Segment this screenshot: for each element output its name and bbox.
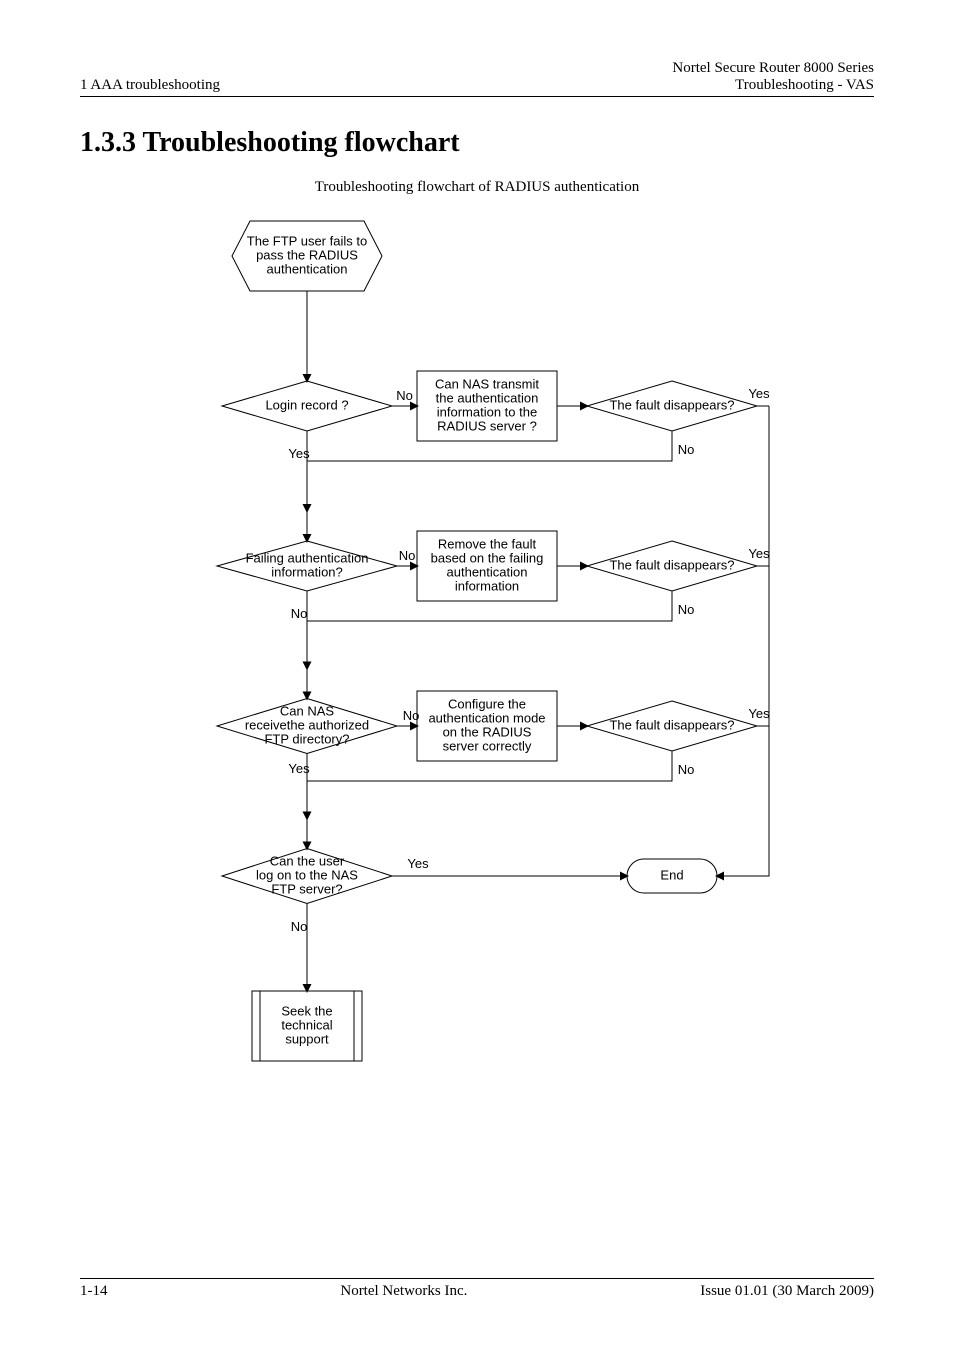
header-right-line2: Troubleshooting - VAS [672, 77, 874, 94]
footer-center: Nortel Networks Inc. [340, 1283, 467, 1300]
flowchart-figure: The FTP user fails topass the RADIUSauth… [177, 206, 777, 1086]
svg-text:technical: technical [281, 1017, 332, 1032]
section-heading: 1.3.3 Troubleshooting flowchart [80, 127, 874, 159]
svg-text:The fault disappears?: The fault disappears? [609, 557, 734, 572]
svg-text:Configure the: Configure the [448, 696, 526, 711]
svg-text:based on the failing: based on the failing [431, 550, 544, 565]
svg-text:FTP server?: FTP server? [271, 881, 342, 896]
page-footer: 1-14 Nortel Networks Inc. Issue 01.01 (3… [80, 1278, 874, 1300]
svg-text:No: No [396, 388, 413, 403]
svg-text:The FTP user fails to: The FTP user fails to [247, 233, 367, 248]
svg-text:authentication: authentication [267, 261, 348, 276]
svg-text:Yes: Yes [288, 761, 310, 776]
svg-text:server correctly: server correctly [443, 738, 532, 753]
svg-text:No: No [399, 548, 416, 563]
svg-text:Can NAS: Can NAS [280, 703, 335, 718]
svg-text:The fault disappears?: The fault disappears? [609, 717, 734, 732]
svg-text:Seek the: Seek the [281, 1003, 332, 1018]
svg-text:No: No [678, 442, 695, 457]
page-header: 1 AAA troubleshooting Nortel Secure Rout… [80, 60, 874, 97]
svg-text:support: support [285, 1031, 329, 1046]
svg-text:receivethe authorized: receivethe authorized [245, 717, 369, 732]
svg-text:Yes: Yes [748, 706, 770, 721]
svg-text:the authentication: the authentication [436, 390, 539, 405]
svg-text:Can NAS transmit: Can NAS transmit [435, 376, 539, 391]
header-right-line1: Nortel Secure Router 8000 Series [672, 60, 874, 77]
svg-text:information: information [455, 578, 519, 593]
svg-text:Login record ?: Login record ? [265, 397, 348, 412]
footer-page-number: 1-14 [80, 1283, 108, 1300]
svg-text:No: No [678, 762, 695, 777]
svg-text:End: End [660, 867, 683, 882]
svg-text:Yes: Yes [748, 546, 770, 561]
svg-text:No: No [291, 606, 308, 621]
svg-text:No: No [403, 708, 420, 723]
svg-text:No: No [678, 602, 695, 617]
header-left: 1 AAA troubleshooting [80, 77, 220, 94]
header-right: Nortel Secure Router 8000 Series Trouble… [672, 60, 874, 94]
svg-text:authentication: authentication [447, 564, 528, 579]
svg-text:The fault disappears?: The fault disappears? [609, 397, 734, 412]
flowchart-svg: The FTP user fails topass the RADIUSauth… [177, 206, 777, 1086]
svg-text:Yes: Yes [407, 856, 429, 871]
figure-caption: Troubleshooting flowchart of RADIUS auth… [80, 179, 874, 196]
svg-text:on the RADIUS: on the RADIUS [443, 724, 532, 739]
svg-text:information?: information? [271, 564, 343, 579]
footer-right: Issue 01.01 (30 March 2009) [700, 1283, 874, 1300]
svg-text:authentication mode: authentication mode [428, 710, 545, 725]
svg-text:Yes: Yes [748, 386, 770, 401]
svg-text:Can the user: Can the user [270, 853, 345, 868]
svg-text:Failing authentication: Failing authentication [246, 550, 369, 565]
svg-text:log on to the NAS: log on to the NAS [256, 867, 358, 882]
svg-text:Yes: Yes [288, 446, 310, 461]
svg-text:Remove the fault: Remove the fault [438, 536, 537, 551]
svg-text:FTP directory?: FTP directory? [264, 731, 349, 746]
svg-text:No: No [291, 919, 308, 934]
svg-text:pass the RADIUS: pass the RADIUS [256, 247, 358, 262]
svg-text:RADIUS server ?: RADIUS server ? [437, 418, 537, 433]
svg-text:information to the: information to the [437, 404, 537, 419]
